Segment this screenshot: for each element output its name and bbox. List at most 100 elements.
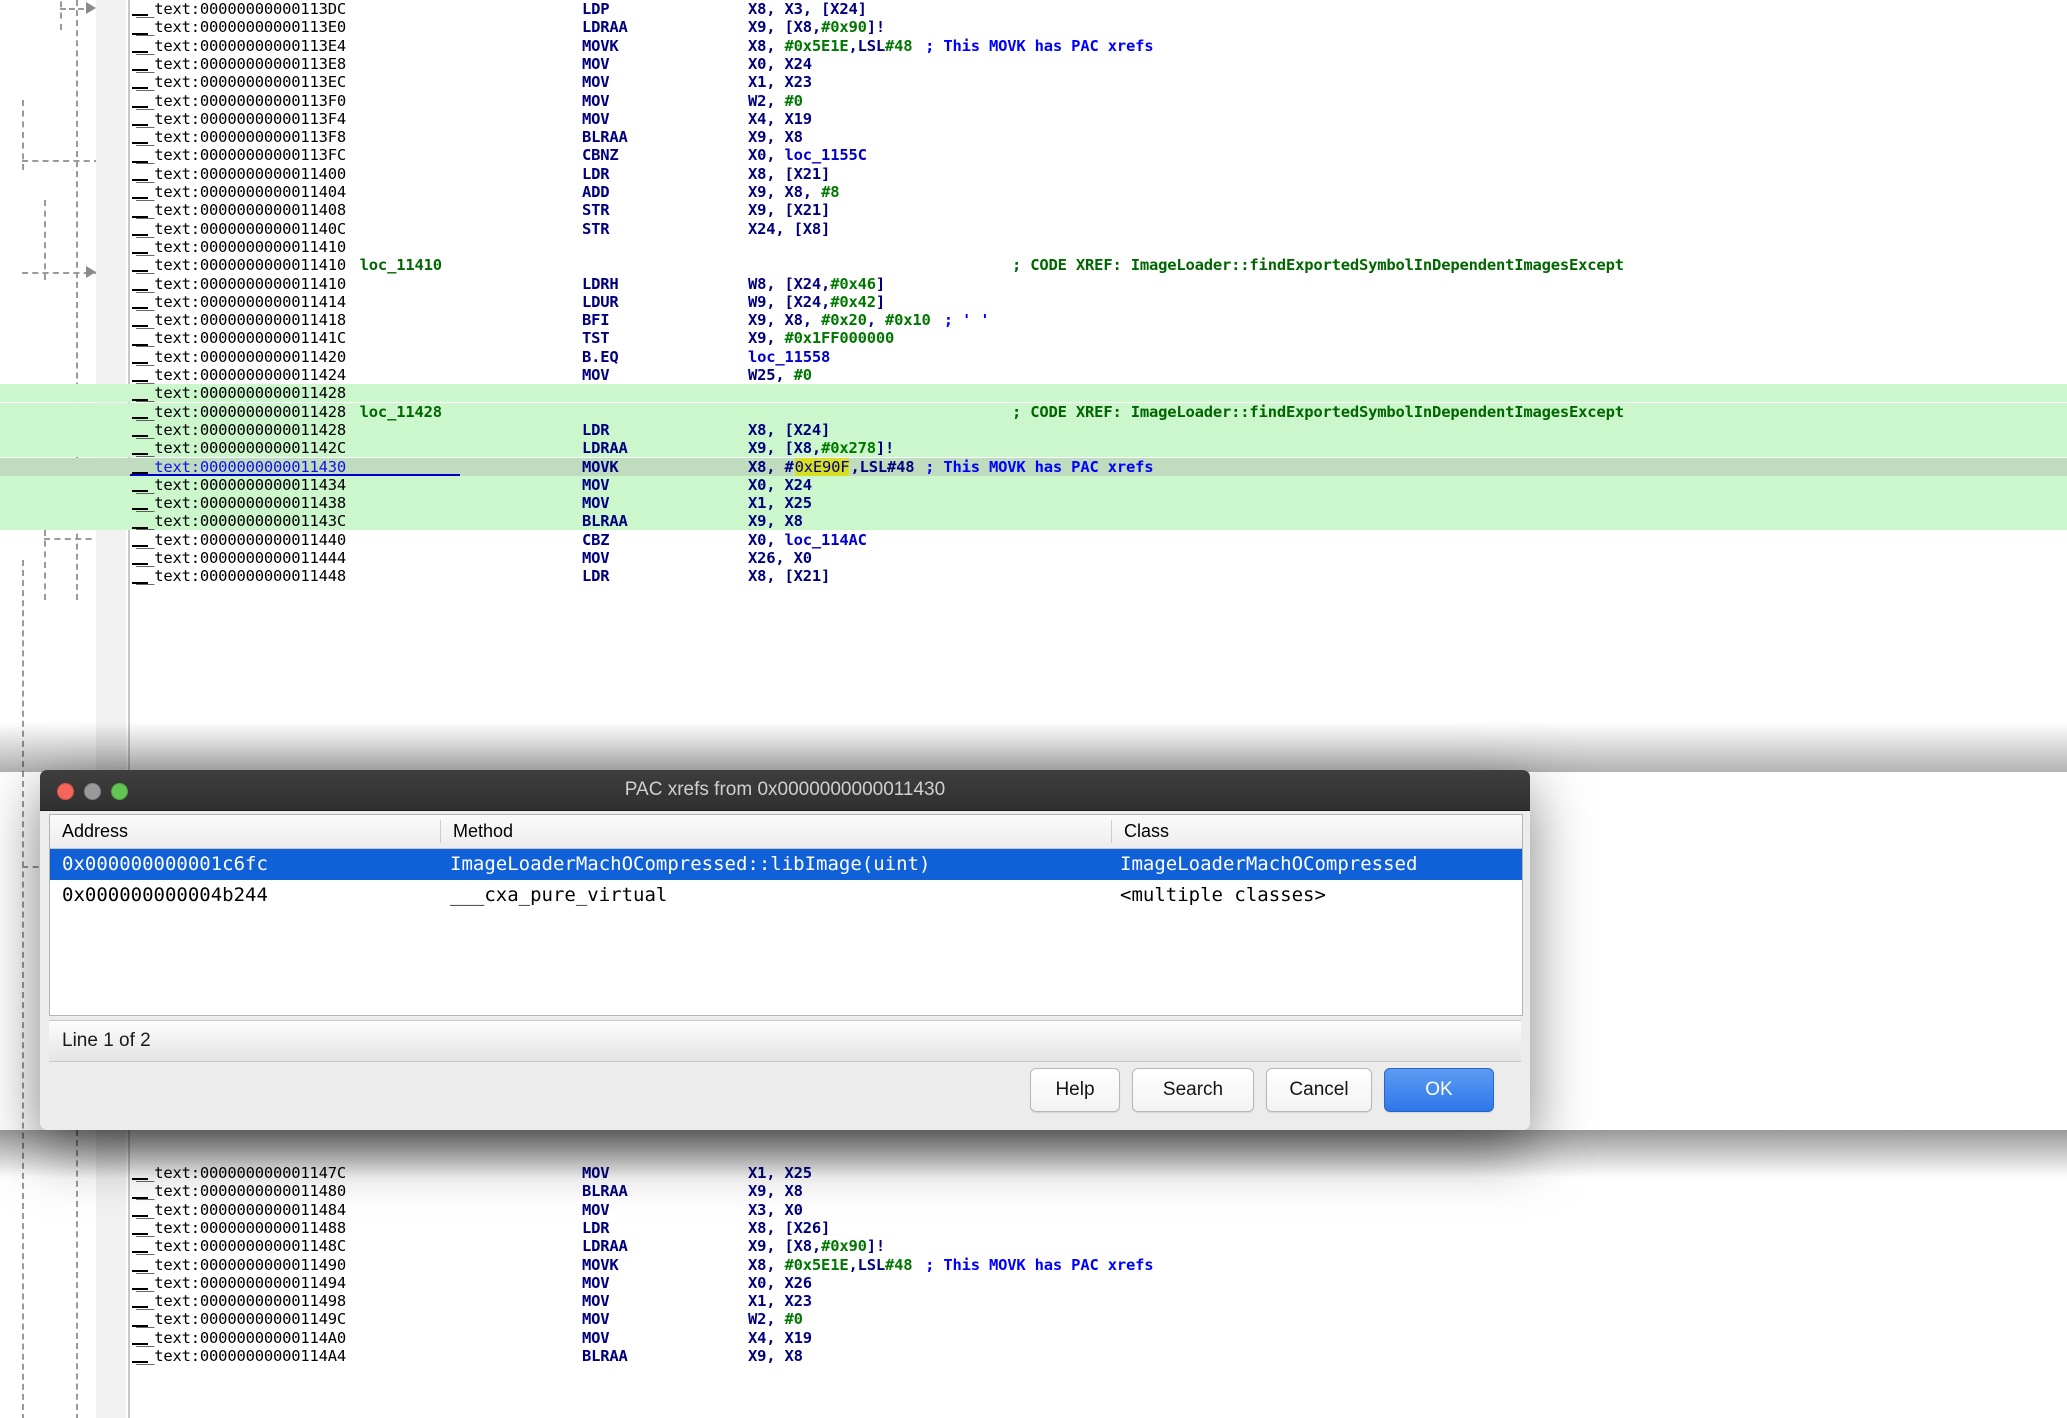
disassembly-line[interactable]: __text:0000000000011408 STR X9, [X21] [130,201,2067,219]
line-segment: STR [582,219,610,238]
disassembly-line[interactable]: __text:0000000000011434 MOV X0, X24 [0,475,2067,494]
operands: X8, #0x5E1E,LSL#48 [748,1255,913,1274]
line-segment: MOV [582,1164,610,1182]
table-body[interactable]: 0x000000000001c6fc ImageLoaderMachOCompre… [50,849,1522,911]
line-segment: BLRAA [582,1347,628,1365]
disassembly-line[interactable]: __text:0000000000011488 LDR X8, [X26] [130,1219,2067,1237]
disassembly-line[interactable]: __text:00000000000113FC CBNZ X0, loc_1155C [130,146,2067,164]
disassembly-line[interactable]: __text:00000000000113E4 MOVK X8, #0x5E1E,L… [130,37,2067,55]
disassembly-line[interactable]: __text:0000000000011430 MOVK X8, #0xE90F ,L… [0,457,2067,476]
disassembly-line[interactable]: __text:0000000000011440 CBZ X0, loc_114AC [130,531,2067,549]
line-segment: BLRAA [582,512,628,531]
disassembly-line[interactable]: __text:000000000001147C MOV X1, X25 [130,1164,2067,1182]
line-segment: MOV [582,494,610,513]
operands: X9, [X8,#0x278]! [748,439,895,458]
disassembly-line[interactable]: __text:000000000001140C STR X24, [X8] [130,220,2067,238]
line-segment: __text:0000000000011400 [136,164,347,183]
line-segment: __text:0000000000011418 [136,311,347,330]
line-segment: __text:0000000000011444 [136,549,347,567]
arrow-head-icon [86,2,96,14]
table-row[interactable]: 0x000000000004b244 ___cxa_pure_virtual <mu… [50,880,1522,911]
operands: X1, X23 [748,73,812,92]
disassembly-line[interactable]: __text:00000000000113E0 LDRAA X9, [X8,#0x9… [130,18,2067,36]
disassembly-line[interactable]: __text:0000000000011414 LDUR W9, [X24,#0x4… [130,293,2067,311]
table-row[interactable]: 0x000000000001c6fc ImageLoaderMachOCompre… [50,849,1522,880]
disassembly-line[interactable]: __text:0000000000011410 [130,238,2067,256]
dialog-titlebar[interactable]: PAC xrefs from 0x0000000000011430 [40,770,1530,811]
column-header-class[interactable]: Class [1112,815,1522,848]
line-segment: BLRAA [582,1182,628,1201]
line-segment: __text:00000000000113E4 [136,36,347,55]
operands: X9, [X8,#0x90]! [748,18,885,37]
ida-disassembly-view[interactable]: __text:00000000000113DC LDP X8, X3, [X24] _… [0,0,2067,1418]
cell-address: 0x000000000004b244 [62,884,268,906]
dialog-button-row: Help Search Cancel OK [40,1068,1530,1114]
column-header-method[interactable]: Method [441,815,1123,848]
disassembly-line[interactable]: __text:00000000000113DC LDP X8, X3, [X24] [130,0,2067,18]
search-button[interactable]: Search [1132,1068,1254,1112]
operands: W8, [X24,#0x46] [748,274,885,293]
code-lines-container[interactable]: __text:00000000000113DC LDP X8, X3, [X24] _… [0,0,2067,1418]
disassembly-line[interactable]: __text:00000000000113F0 MOV W2, #0 [130,92,2067,110]
ok-button[interactable]: OK [1384,1068,1494,1112]
disassembly-line[interactable]: __text:00000000000113E8 MOV X0, X24 [130,55,2067,73]
screen: __text:00000000000113DC LDP X8, X3, [X24] _… [0,0,2067,1418]
arrow-head-icon [86,266,96,278]
disassembly-line[interactable]: __text:0000000000011400 LDR X8, [X21] [130,165,2067,183]
disassembly-line[interactable]: __text:0000000000011484 MOV X3, X0 [130,1201,2067,1219]
disassembly-line[interactable]: __text:0000000000011444 MOV X26, X0 [130,549,2067,567]
line-segment: __text:0000000000011428 [136,402,347,421]
disassembly-line[interactable]: __text:000000000001141C TST X9, #0x1FF0000… [130,329,2067,347]
arrow-segment [22,160,100,162]
operands: W25, #0 [748,366,812,384]
disassembly-line[interactable]: __text:00000000000114A4 BLRAA X9, X8 [130,1347,2067,1365]
disassembly-line[interactable]: __text:0000000000011494 MOV X0, X26 [130,1274,2067,1292]
breakpoint-gutter[interactable] [96,0,126,1418]
disassembly-line[interactable]: __text:0000000000011428 LDR X8, [X24] [0,420,2067,439]
line-segment: ; This MOVK has PAC xrefs [925,1255,1154,1274]
disassembly-line[interactable]: __text:0000000000011420 B.EQ loc_11558 [130,348,2067,366]
disassembly-line[interactable]: __text:0000000000011404 ADD X9, X8, #8 [130,183,2067,201]
column-header-address[interactable]: Address [50,815,452,848]
disassembly-line[interactable]: __text:00000000000113EC MOV X1, X23 [130,73,2067,91]
line-segment: __text:0000000000011430 [136,457,347,476]
line-segment: __text:0000000000011490 [136,1255,347,1274]
operands: X8, #0x5E1E,LSL#48 [748,36,913,55]
disassembly-line[interactable]: __text:000000000001148C LDRAA X9, [X8,#0x9… [130,1237,2067,1255]
help-button[interactable]: Help [1030,1068,1120,1112]
disassembly-line[interactable]: __text:00000000000113F4 MOV X4, X19 [130,110,2067,128]
line-segment: MOV [582,1200,610,1219]
disassembly-line[interactable]: __text:000000000001143C BLRAA X9, X8 [0,512,2067,531]
disassembly-line[interactable]: __text:0000000000011410 LDRH W8, [X24,#0x4… [130,275,2067,293]
cancel-button[interactable]: Cancel [1266,1068,1372,1112]
xrefs-table[interactable]: Address Method Class 0x000000000001c6fc I… [49,814,1523,1016]
operands: X9, X8, #0x20, #0x10 [748,311,931,330]
operands: X8, [X26] [748,1218,831,1237]
disassembly-line[interactable]: __text:00000000000114A0 MOV X4, X19 [130,1329,2067,1347]
line-segment: __text:0000000000011494 [136,1273,347,1292]
disassembly-line[interactable]: __text:0000000000011490 MOVK X8, #0x5E1E,L… [130,1256,2067,1274]
disassembly-line[interactable]: __text:000000000001142C LDRAA X9, [X8,#0x2… [0,439,2067,458]
disassembly-line[interactable]: __text:0000000000011418 BFI X9, X8, #0x20,… [130,311,2067,329]
disassembly-line[interactable]: __text:000000000001149C MOV W2, #0 [130,1310,2067,1328]
line-segment: __text:000000000001147C [136,1164,347,1182]
operands: X1, X25 [748,494,812,513]
line-segment: STR [582,201,610,220]
disassembly-line[interactable]: __text:0000000000011448 LDR X8, [X21] [130,567,2067,585]
line-segment: __text:00000000000113F4 [136,109,347,128]
disassembly-line[interactable]: __text:0000000000011428 [0,384,2067,403]
disassembly-line[interactable]: __text:0000000000011480 BLRAA X9, X8 [130,1182,2067,1200]
operands: W9, [X24,#0x42] [748,292,885,311]
disassembly-line[interactable]: __text:0000000000011428 loc_11428 ; CODE X… [0,402,2067,421]
line-segment: MOV [582,91,610,110]
disassembly-line[interactable]: __text:0000000000011410 loc_11410 ; CODE X… [130,256,2067,274]
line-segment: __text:0000000000011484 [136,1200,347,1219]
operands: X3, X0 [748,1200,803,1219]
line-segment: CBNZ [582,146,619,165]
disassembly-line[interactable]: __text:0000000000011424 MOV W25, #0 [130,366,2067,384]
line-segment: __text:0000000000011414 [136,292,347,311]
disassembly-line[interactable]: __text:00000000000113F8 BLRAA X9, X8 [130,128,2067,146]
disassembly-line[interactable]: __text:0000000000011498 MOV X1, X23 [130,1292,2067,1310]
disassembly-line[interactable]: __text:0000000000011438 MOV X1, X25 [0,494,2067,513]
pac-xrefs-dialog[interactable]: PAC xrefs from 0x0000000000011430 Addres… [40,770,1530,1130]
